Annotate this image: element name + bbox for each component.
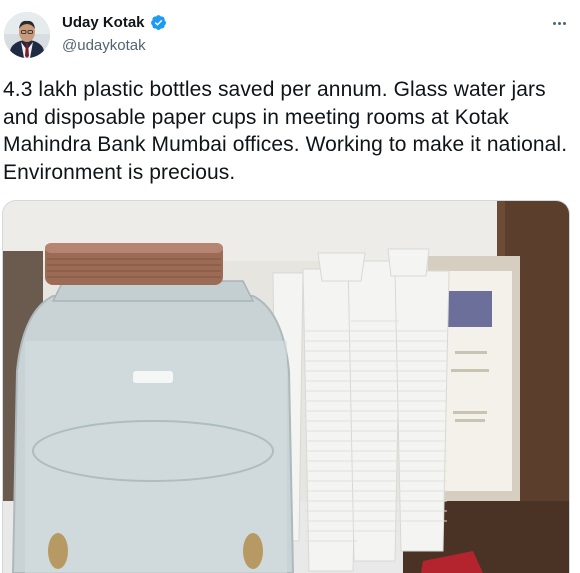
tweet-header: Uday Kotak @udaykotak <box>0 0 580 70</box>
avatar[interactable] <box>4 12 50 58</box>
author-name[interactable]: Uday Kotak <box>62 14 145 31</box>
tweet-media-photo[interactable] <box>2 200 570 573</box>
photo-glass-jar-and-paper-cups-icon <box>3 201 569 573</box>
more-horizontal-icon <box>552 21 556 25</box>
more-horizontal-icon <box>562 21 566 25</box>
more-horizontal-icon <box>557 21 561 25</box>
more-options-button[interactable] <box>548 16 570 30</box>
verified-badge-icon <box>150 15 166 30</box>
tweet-text: 4.3 lakh plastic bottles saved per annum… <box>3 78 568 184</box>
author-handle[interactable]: @udaykotak <box>62 37 146 54</box>
profile-photo-icon <box>4 12 50 58</box>
